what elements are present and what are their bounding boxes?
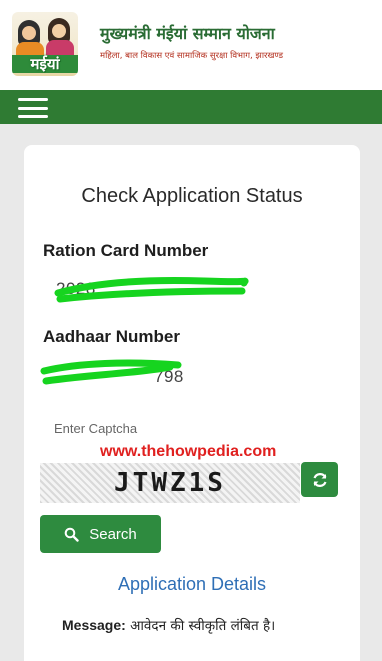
message-label: Message: <box>62 617 126 633</box>
scheme-title: मुख्यमंत्री मंईयां सम्मान योजना <box>100 24 275 43</box>
status-form-card: Check Application Status Ration Card Num… <box>24 145 360 661</box>
search-button-label: Search <box>89 525 137 543</box>
logo-face-left <box>22 26 36 40</box>
watermark-text: www.thehowpedia.com <box>100 443 277 460</box>
department-subtitle: महिला, बाल विकास एवं सामाजिक सुरक्षा विभ… <box>100 51 284 61</box>
captcha-image: JTWZ1S <box>40 463 300 503</box>
captcha-input[interactable]: Enter Captcha <box>54 421 137 436</box>
form-title: Check Application Status <box>81 185 303 207</box>
refresh-captcha-button[interactable] <box>301 462 338 497</box>
hamburger-menu-icon[interactable] <box>18 98 48 118</box>
search-button[interactable]: Search <box>40 515 161 553</box>
logo-face-right <box>52 24 66 38</box>
message-text: आवेदन की स्वीकृति लंबित है। <box>125 618 276 634</box>
logo-text: मईयां <box>12 55 78 73</box>
captcha-code: JTWZ1S <box>114 468 226 498</box>
refresh-icon <box>312 472 327 487</box>
search-icon <box>64 527 79 542</box>
site-header: मईयां मुख्यमंत्री मंईयां सम्मान योजना मह… <box>0 0 382 90</box>
redaction-scribble-ration <box>54 277 249 303</box>
ration-card-label: Ration Card Number <box>43 241 209 260</box>
scheme-logo[interactable]: मईयां <box>12 12 78 76</box>
aadhaar-label: Aadhaar Number <box>43 327 180 346</box>
status-message: Message: आवेदन की स्वीकृति लंबित है। <box>62 616 275 634</box>
redaction-scribble-aadhaar <box>40 359 182 385</box>
application-details-heading: Application Details <box>117 574 267 594</box>
nav-bar <box>0 90 382 124</box>
